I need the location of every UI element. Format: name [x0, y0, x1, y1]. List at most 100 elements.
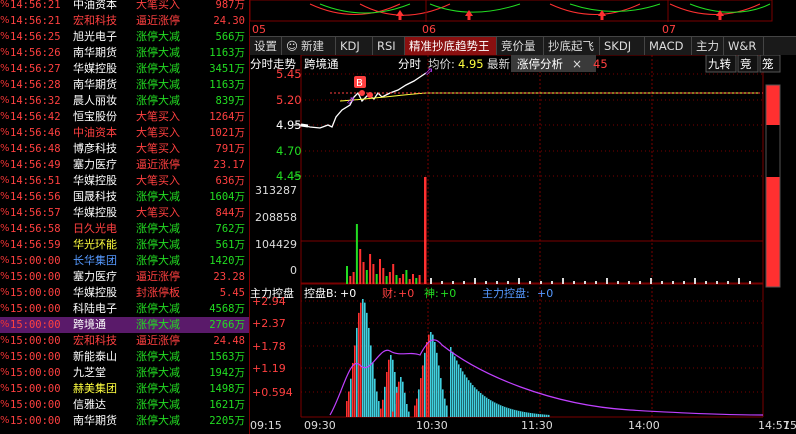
row-value: 24.48: [213, 335, 245, 347]
indicator-bar: [360, 302, 362, 417]
list-item[interactable]: % 15:00:00 跨境通 涨停大减 2766万: [0, 317, 249, 333]
tab-10[interactable]: W&R: [724, 37, 764, 56]
row-marker: %: [0, 239, 10, 250]
list-item[interactable]: % 14:56:51 华媒控股 大笔买入 636万: [0, 173, 249, 189]
list-item[interactable]: % 14:56:57 华媒控股 大笔买入 844万: [0, 205, 249, 221]
indicator-bar: [356, 327, 358, 417]
list-item[interactable]: % 14:56:56 国晟科技 涨停大减 1604万: [0, 189, 249, 205]
row-marker: %: [0, 127, 10, 138]
intraday-chart: 分时走势 跨境通 分时 均价: 4.95 最新 涨停分析 × 45 九转竞笼5.455.204.9…: [250, 55, 796, 434]
list-item[interactable]: % 15:00:00 九芝堂 涨停大减 1942万: [0, 365, 249, 381]
list-item[interactable]: % 15:00:00 赫美集团 涨停大减 1498万: [0, 381, 249, 397]
indicator-bar: [398, 381, 400, 417]
row-stock-name: 宏和科技: [73, 334, 117, 347]
volume-bar: [595, 281, 597, 284]
list-item[interactable]: % 14:56:48 博彦科技 大笔买入 791万: [0, 141, 249, 157]
row-value: 23.17: [213, 159, 245, 171]
list-item[interactable]: % 15:00:00 新能泰山 涨停大减 1563万: [0, 349, 249, 365]
list-item[interactable]: % 14:56:42 恒宝股份 大笔买入 1264万: [0, 109, 249, 125]
indicator-bar: [446, 405, 448, 417]
tab-1[interactable]: ☺ 新建: [282, 37, 336, 56]
row-marker: %: [0, 175, 10, 186]
tab-7[interactable]: SKDJ: [600, 37, 645, 56]
list-item[interactable]: % 14:56:21 宏和科技 逼近涨停 24.30: [0, 13, 249, 29]
price-tick: 4.70: [276, 144, 302, 158]
indicator-bar: [460, 368, 462, 417]
indicator-bar: [368, 327, 370, 417]
list-item[interactable]: % 14:56:32 晨人丽妆 涨停大减 839万: [0, 93, 249, 109]
volume-bar: [683, 281, 685, 284]
list-item[interactable]: % 15:00:00 长华集团 涨停大减 1420万: [0, 253, 249, 269]
row-value: 1498万: [209, 383, 245, 395]
indicator-bar: [382, 399, 384, 417]
row-time: 15:00:00: [10, 319, 61, 331]
list-item[interactable]: % 14:56:21 中油资本 大笔买入 987万: [0, 0, 249, 13]
indicator-bar: [538, 413, 540, 417]
indicator-bar: [428, 334, 430, 417]
side-button-label: 竞: [740, 57, 752, 71]
volume-bar: [738, 278, 740, 284]
volume-tick: 208858: [255, 211, 297, 224]
list-item[interactable]: % 15:00:00 宏和科技 逼近涨停 24.48: [0, 333, 249, 349]
volume-bar: [727, 281, 729, 284]
tab-9[interactable]: 主力: [692, 37, 724, 56]
list-item[interactable]: % 14:56:25 旭光电子 涨停大减 566万: [0, 29, 249, 45]
row-alert-type: 大笔买入: [136, 206, 180, 219]
indicator-bar: [468, 380, 470, 417]
volume-bar: [441, 281, 443, 284]
tab-0[interactable]: 设置: [250, 37, 282, 56]
row-stock-name: 塞力医疗: [73, 270, 117, 283]
indicator-bar: [508, 408, 510, 417]
indicator-bar: [534, 413, 536, 417]
list-item[interactable]: % 14:56:26 南华期货 涨停大减 1163万: [0, 45, 249, 61]
tab-3[interactable]: RSI: [373, 37, 405, 56]
row-stock-name: 九芝堂: [73, 366, 106, 379]
tab-6[interactable]: 抄底起飞: [544, 37, 600, 56]
row-alert-type: 大笔买入: [136, 126, 180, 139]
tab-8[interactable]: MACD: [645, 37, 692, 56]
tab-5[interactable]: 竞价量: [497, 37, 544, 56]
fs-label: 分时: [398, 57, 421, 71]
tab-4[interactable]: 精准抄底趋势王: [405, 37, 497, 56]
list-item[interactable]: % 14:56:59 华光环能 涨停大减 561万: [0, 237, 249, 253]
side-button-label: 笼: [762, 57, 774, 71]
volume-bar: [749, 281, 751, 284]
indicator-bar: [452, 351, 454, 417]
list-item[interactable]: % 15:00:00 华媒控股 封涨停板 5.45: [0, 285, 249, 301]
volume-bar: [398, 278, 401, 284]
row-time: 14:56:21: [10, 15, 61, 27]
row-time: 14:56:32: [10, 95, 61, 107]
indicator-bar: [422, 365, 424, 417]
row-stock-name: 长华集团: [73, 254, 117, 267]
time-tick: 15: [783, 419, 796, 432]
row-time: 14:56:21: [10, 0, 61, 11]
tab-2[interactable]: KDJ: [336, 37, 373, 56]
time-tick: 10:30: [416, 419, 448, 432]
row-marker: %: [0, 335, 10, 346]
list-item[interactable]: % 15:00:00 塞力医疗 逼近涨停 23.28: [0, 269, 249, 285]
row-stock-name: 新能泰山: [73, 350, 117, 363]
volume-bar: [584, 281, 586, 284]
row-time: 14:56:26: [10, 47, 61, 59]
row-value: 636万: [215, 175, 245, 187]
list-item[interactable]: % 14:56:28 南华期货 涨停大减 1163万: [0, 77, 249, 93]
volume-bar: [392, 264, 395, 284]
list-item[interactable]: % 14:56:46 中油资本 大笔买入 1021万: [0, 125, 249, 141]
list-item[interactable]: % 14:56:58 日久光电 涨停大减 762万: [0, 221, 249, 237]
indicator-bar: [486, 397, 488, 417]
list-item[interactable]: % 15:00:00 科陆电子 涨停大减 4568万: [0, 301, 249, 317]
list-item[interactable]: % 15:00:00 南华期货 涨停大减 2205万: [0, 413, 249, 429]
list-item[interactable]: % 14:56:49 塞力医疗 逼近涨停 23.17: [0, 157, 249, 173]
row-time: 15:00:00: [10, 303, 61, 315]
row-marker: %: [0, 15, 10, 26]
indicator-bar: [390, 355, 392, 417]
volume-bar: [418, 275, 421, 284]
row-value: 1420万: [209, 255, 245, 267]
volume-bar: [540, 281, 542, 284]
row-value: 24.30: [213, 15, 245, 27]
row-marker: %: [0, 383, 10, 394]
indicator-bar: [512, 409, 514, 417]
list-item[interactable]: % 15:00:00 信雅达 涨停大减 1621万: [0, 397, 249, 413]
list-item[interactable]: % 14:56:27 华媒控股 涨停大减 3451万: [0, 61, 249, 77]
indicator-bar: [406, 404, 408, 417]
